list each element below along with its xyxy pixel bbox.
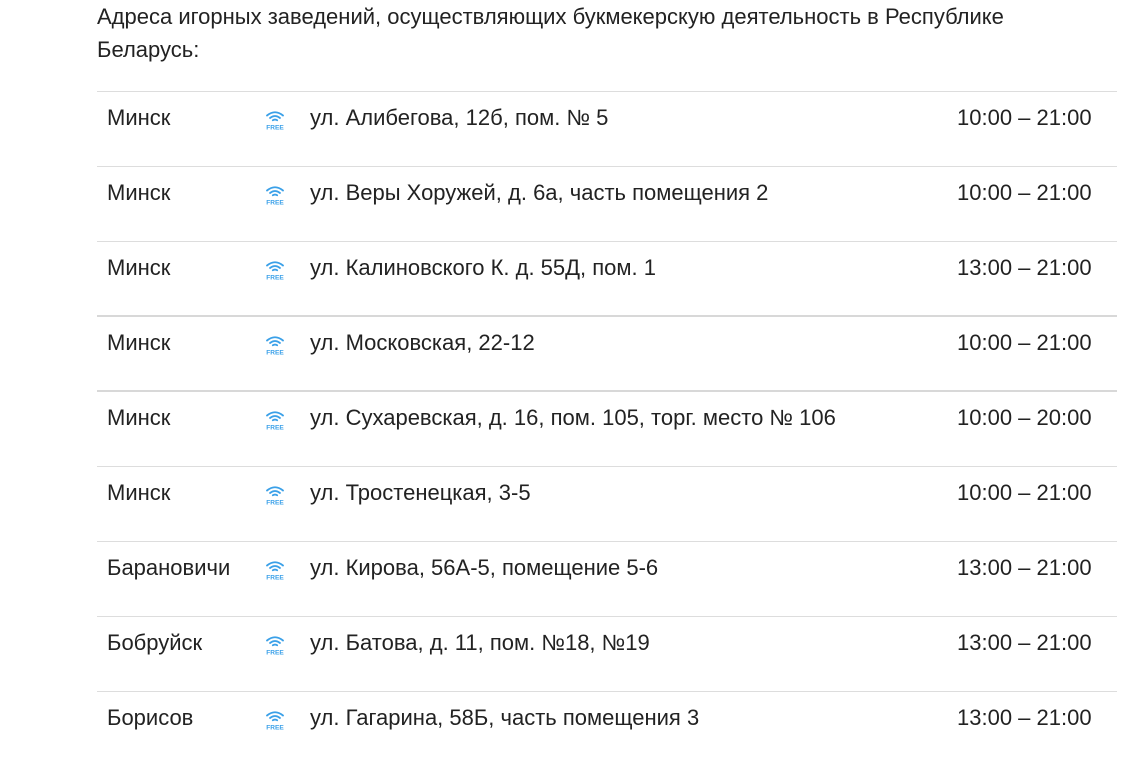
wifi-free-icon: FREE [263, 484, 287, 507]
address-cell: ул. Батова, д. 11, пом. №18, №19 [310, 630, 650, 655]
hours-cell: 13:00 – 21:00 [957, 555, 1092, 580]
intro-text: Адреса игорных заведений, осуществляющих… [97, 4, 1004, 62]
hours-cell: 10:00 – 21:00 [957, 480, 1092, 505]
wifi-free-icon: FREE [263, 184, 287, 207]
svg-text:FREE: FREE [266, 650, 284, 657]
svg-text:FREE: FREE [266, 425, 284, 432]
hours-cell: 10:00 – 21:00 [957, 105, 1092, 130]
address-cell: ул. Калиновского К. д. 55Д, пом. 1 [310, 255, 657, 280]
svg-text:FREE: FREE [266, 575, 284, 582]
svg-text:FREE: FREE [266, 350, 284, 357]
hours-cell: 13:00 – 21:00 [957, 630, 1092, 655]
hours-cell: 13:00 – 21:00 [957, 705, 1092, 730]
table-row: Бобруйск FREE ул. Батова, д. 11, пом. №1… [97, 617, 1117, 692]
hours-cell: 10:00 – 21:00 [957, 180, 1092, 205]
address-cell: ул. Сухаревская, д. 16, пом. 105, торг. … [310, 405, 836, 430]
city-cell: Барановичи [107, 555, 231, 580]
wifi-free-icon: FREE [263, 559, 287, 582]
table-row: Барановичи FREE ул. Кирова, 56А-5, помещ… [97, 542, 1117, 617]
address-cell: ул. Веры Хоружей, д. 6а, часть помещения… [310, 180, 769, 205]
wifi-free-icon: FREE [263, 709, 287, 732]
address-cell: ул. Кирова, 56А-5, помещение 5-6 [310, 555, 659, 580]
address-cell: ул. Гагарина, 58Б, часть помещения 3 [310, 705, 700, 730]
hours-cell: 13:00 – 21:00 [957, 255, 1092, 280]
address-cell: ул. Московская, 22-12 [310, 330, 535, 355]
address-cell: ул. Алибегова, 12б, пом. № 5 [310, 105, 609, 130]
svg-text:FREE: FREE [266, 725, 284, 732]
table-row: Минск FREE ул. Московская, 22-12 10:00 –… [97, 317, 1117, 392]
page: Адреса игорных заведений, осуществляющих… [0, 0, 1135, 772]
address-cell: ул. Тростенецкая, 3-5 [310, 480, 531, 505]
svg-text:FREE: FREE [266, 500, 284, 507]
city-cell: Минск [107, 255, 171, 280]
hours-cell: 10:00 – 21:00 [957, 330, 1092, 355]
hours-cell: 10:00 – 20:00 [957, 405, 1092, 430]
svg-text:FREE: FREE [266, 275, 284, 282]
wifi-free-icon: FREE [263, 634, 287, 657]
city-cell: Минск [107, 480, 171, 505]
table-row: Минск FREE ул. Калиновского К. д. 55Д, п… [97, 242, 1117, 317]
table-row: Борисов FREE ул. Гагарина, 58Б, часть по… [97, 692, 1117, 767]
city-cell: Минск [107, 405, 171, 430]
svg-text:FREE: FREE [266, 200, 284, 207]
locations-table: Минск FREE ул. Алибегова, 12б, пом. № 5 … [97, 91, 1117, 767]
table-row: Минск FREE ул. Веры Хоружей, д. 6а, част… [97, 167, 1117, 242]
city-cell: Борисов [107, 705, 194, 730]
city-cell: Минск [107, 105, 171, 130]
wifi-free-icon: FREE [263, 259, 287, 282]
city-cell: Бобруйск [107, 630, 203, 655]
wifi-free-icon: FREE [263, 334, 287, 357]
table-row: Минск FREE ул. Сухаревская, д. 16, пом. … [97, 392, 1117, 467]
city-cell: Минск [107, 180, 171, 205]
wifi-free-icon: FREE [263, 409, 287, 432]
city-cell: Минск [107, 330, 171, 355]
table-row: Минск FREE ул. Алибегова, 12б, пом. № 5 … [97, 92, 1117, 167]
wifi-free-icon: FREE [263, 109, 287, 132]
svg-text:FREE: FREE [266, 125, 284, 132]
table-row: Минск FREE ул. Тростенецкая, 3-5 10:00 –… [97, 467, 1117, 542]
